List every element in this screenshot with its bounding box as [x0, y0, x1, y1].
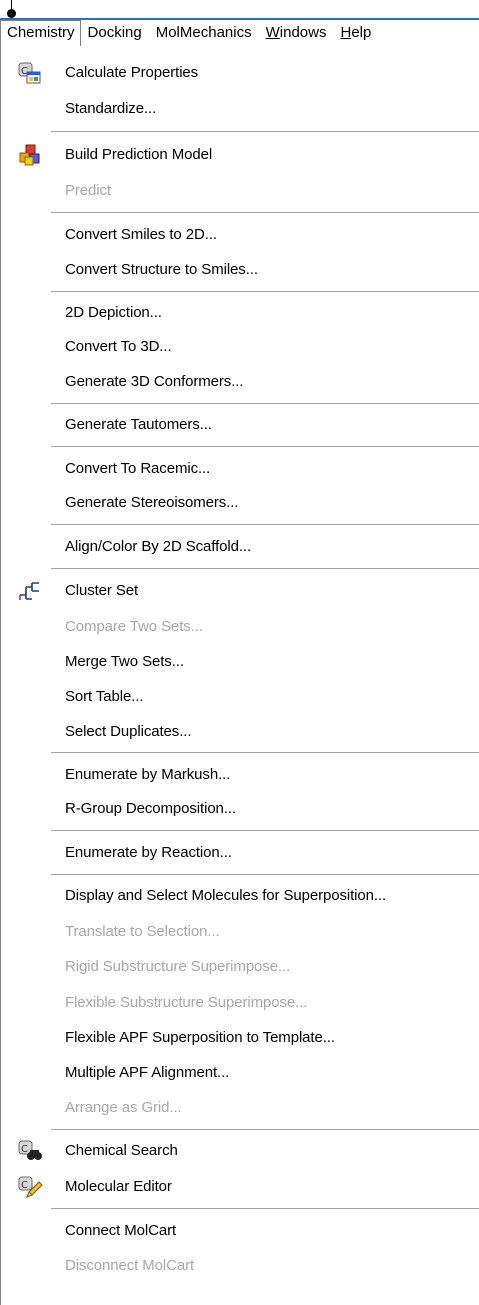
menu-item-molecular-editor[interactable]: C Molecular Editor [1, 1170, 479, 1204]
menu-item-rigid-substructure-superimpose: Rigid Substructure Superimpose... [1, 950, 479, 984]
menu-item-disconnect-molcart: Disconnect MolCart [1, 1249, 479, 1283]
menu-item-arrange-as-grid: Arrange as Grid... [1, 1091, 479, 1125]
menu-separator [51, 830, 479, 832]
menu-item-predict: Predict [1, 174, 479, 208]
molecular-editor-icon: C [17, 1175, 43, 1199]
menu-item-enumerate-by-markush[interactable]: Enumerate by Markush... [1, 758, 479, 792]
menu-item-label: Molecular Editor [65, 1178, 172, 1195]
menu-item-generate-3d-conformers[interactable]: Generate 3D Conformers... [1, 365, 479, 399]
menu-item-label: Display and Select Molecules for Superpo… [65, 887, 387, 904]
menu-separator [51, 1129, 479, 1131]
chemical-search-icon: C [17, 1139, 43, 1163]
menu-item-flexible-substructure-superimpose: Flexible Substructure Superimpose... [1, 986, 479, 1020]
menu-help-rest: elp [351, 24, 372, 41]
menu-item-label: Flexible Substructure Superimpose... [65, 994, 308, 1011]
menu-help-mnemonic: H [340, 24, 352, 41]
svg-text:C: C [21, 1144, 28, 1155]
menu-item-label: Convert To 3D... [65, 338, 172, 355]
menu-item-generate-stereoisomers[interactable]: Generate Stereoisomers... [1, 486, 479, 520]
menu-separator [51, 403, 479, 405]
menu-separator [51, 1208, 479, 1210]
menu-item-select-duplicates[interactable]: Select Duplicates... [1, 715, 479, 749]
menu-separator [51, 568, 479, 570]
menu-item-enumerate-by-reaction[interactable]: Enumerate by Reaction... [1, 836, 479, 870]
menu-item-label: Convert To Racemic... [65, 460, 211, 477]
menu-item-label: Generate 3D Conformers... [65, 373, 244, 390]
menu-separator [51, 874, 479, 876]
svg-text:C: C [21, 1180, 28, 1191]
menu-item-multiple-apf-alignment[interactable]: Multiple APF Alignment... [1, 1056, 479, 1090]
calc-properties-icon: C [17, 61, 43, 85]
menu-separator [51, 524, 479, 526]
menu-separator [51, 291, 479, 293]
menu-item-connect-molcart[interactable]: Connect MolCart [1, 1214, 479, 1248]
menu-item-label: Generate Tautomers... [65, 416, 212, 433]
menu-item-label: Align/Color By 2D Scaffold... [65, 538, 252, 555]
menu-item-label: Disconnect MolCart [65, 1257, 195, 1274]
menu-item-label: Select Duplicates... [65, 723, 192, 740]
menu-item-label: Translate to Selection... [65, 923, 220, 940]
menu-item-label: Chemical Search [65, 1142, 178, 1159]
menu-item-align-color-by-2d-scaffold[interactable]: Align/Color By 2D Scaffold... [1, 530, 479, 564]
menu-item-label: Calculate Properties [65, 64, 199, 81]
menu-bar: Chemistry Docking MolMechanics Windows H… [0, 18, 479, 47]
menu-item-label: Flexible APF Superposition to Template..… [65, 1029, 335, 1046]
menu-item-label: Sort Table... [65, 688, 144, 705]
menu-item-convert-to-racemic[interactable]: Convert To Racemic... [1, 452, 479, 486]
menu-item-label: Enumerate by Markush... [65, 766, 231, 783]
menu-windows-mnemonic: W [265, 24, 280, 41]
menu-item-cluster-set[interactable]: Cluster Set [1, 574, 479, 608]
menu-item-convert-to-3d[interactable]: Convert To 3D... [1, 330, 479, 364]
menu-molmechanics[interactable]: MolMechanics [149, 20, 259, 46]
menu-item-translate-to-selection: Translate to Selection... [1, 915, 479, 949]
menu-windows[interactable]: Windows [259, 20, 334, 46]
menu-item-sort-table[interactable]: Sort Table... [1, 680, 479, 714]
menu-item-chemical-search[interactable]: C Chemical Search [1, 1134, 479, 1168]
cursor-pointer-dot [7, 9, 16, 18]
menu-separator [51, 131, 479, 133]
menu-item-label: Generate Stereoisomers... [65, 494, 239, 511]
menu-item-display-select-superposition[interactable]: Display and Select Molecules for Superpo… [1, 879, 479, 913]
menu-item-label: Convert Smiles to 2D... [65, 226, 217, 243]
menu-item-label: Rigid Substructure Superimpose... [65, 958, 291, 975]
menu-item-standardize[interactable]: Standardize... [1, 92, 479, 126]
menu-item-label: Standardize... [65, 100, 157, 117]
menu-docking[interactable]: Docking [81, 20, 149, 46]
menu-item-label: Predict [65, 182, 111, 199]
menu-item-label: Multiple APF Alignment... [65, 1064, 230, 1081]
menu-help[interactable]: Help [333, 20, 378, 46]
menu-separator [51, 446, 479, 448]
menu-item-label: Build Prediction Model [65, 146, 213, 163]
menu-chemistry[interactable]: Chemistry [0, 19, 81, 47]
menu-separator [51, 212, 479, 214]
menu-item-label: Enumerate by Reaction... [65, 844, 232, 861]
menu-item-compare-two-sets: Compare Two Sets... [1, 610, 479, 644]
menu-item-label: Connect MolCart [65, 1222, 177, 1239]
cluster-icon [17, 579, 43, 603]
menu-item-label: 2D Depiction... [65, 304, 162, 321]
menu-separator [51, 752, 479, 754]
menu-item-convert-smiles-to-2d[interactable]: Convert Smiles to 2D... [1, 218, 479, 252]
menu-item-label: Compare Two Sets... [65, 618, 203, 635]
menu-windows-rest: indows [279, 24, 327, 41]
menu-item-build-prediction-model[interactable]: Build Prediction Model [1, 138, 479, 172]
menu-item-label: Arrange as Grid... [65, 1099, 182, 1116]
menu-item-flexible-apf-superposition[interactable]: Flexible APF Superposition to Template..… [1, 1021, 479, 1055]
menu-item-r-group-decomposition[interactable]: R-Group Decomposition... [1, 792, 479, 826]
menu-item-label: Merge Two Sets... [65, 653, 184, 670]
menu-item-label: Cluster Set [65, 582, 139, 599]
menu-item-label: Convert Structure to Smiles... [65, 261, 258, 278]
menu-item-convert-structure-to-smiles[interactable]: Convert Structure to Smiles... [1, 253, 479, 287]
menu-item-generate-tautomers[interactable]: Generate Tautomers... [1, 408, 479, 442]
menu-item-calculate-properties[interactable]: C Calculate Properties [1, 56, 479, 90]
menu-item-label: R-Group Decomposition... [65, 800, 237, 817]
build-model-icon [17, 143, 43, 167]
menu-item-2d-depiction[interactable]: 2D Depiction... [1, 296, 479, 330]
menu-item-merge-two-sets[interactable]: Merge Two Sets... [1, 645, 479, 679]
chemistry-dropdown-menu: C Calculate Properties Standardize... Bu… [0, 46, 479, 1305]
